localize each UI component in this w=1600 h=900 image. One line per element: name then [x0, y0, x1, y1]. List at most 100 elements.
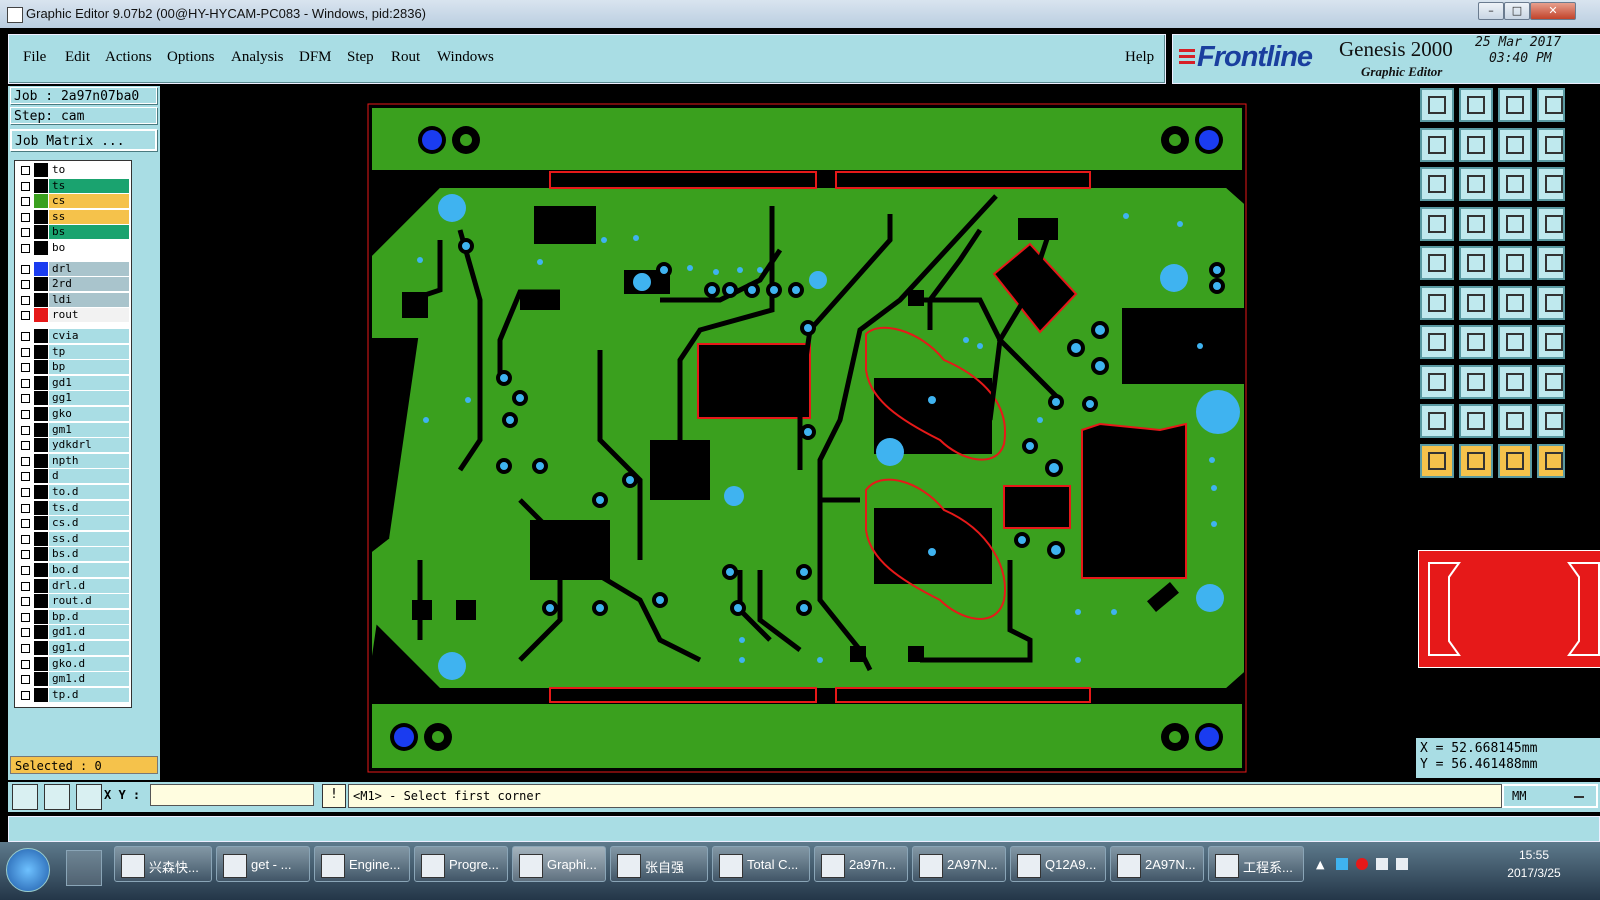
toolbar-tool-icon[interactable]: [1537, 167, 1565, 201]
layer-row-tp[interactable]: tp: [17, 344, 131, 359]
layer-checkbox[interactable]: [21, 581, 30, 591]
layer-checkbox[interactable]: [21, 166, 30, 175]
xy-input[interactable]: [150, 784, 314, 806]
layer-row-bo-d[interactable]: bo.d: [17, 563, 131, 577]
toolbar-tool-icon[interactable]: [1459, 206, 1493, 241]
layer-row-ss[interactable]: ss: [17, 209, 131, 224]
taskbar-item[interactable]: Progre...: [414, 846, 508, 882]
measure-icon[interactable]: [44, 784, 70, 810]
layer-row-cvia[interactable]: cvia: [17, 329, 131, 343]
toolbar-tool-icon[interactable]: [1420, 325, 1454, 359]
toolbar-tool-icon[interactable]: [1459, 127, 1493, 162]
maximize-button[interactable]: □: [1504, 2, 1530, 20]
toolbar-tool-icon[interactable]: [1459, 325, 1493, 359]
toolbar-tool-icon[interactable]: [1459, 167, 1493, 201]
layer-checkbox[interactable]: [21, 363, 30, 373]
menu-rout[interactable]: Rout: [391, 49, 420, 66]
toolbar-tool-icon[interactable]: [1537, 88, 1565, 122]
grid-icon[interactable]: [76, 784, 102, 810]
toolbar-tool-icon[interactable]: [1498, 364, 1532, 399]
window-title-bar[interactable]: Graphic Editor 9.07b2 (00@HY-HYCAM-PC083…: [0, 0, 1600, 28]
taskbar-item[interactable]: 张自强: [610, 846, 708, 882]
volume-icon[interactable]: [1396, 858, 1408, 870]
toolbar-tool-icon[interactable]: [1537, 127, 1565, 162]
toolbar-tool-icon[interactable]: [1459, 443, 1493, 478]
layer-row-bs-d[interactable]: bs.d: [17, 547, 131, 562]
layer-row-bp[interactable]: bp: [17, 360, 131, 375]
layer-row-cs[interactable]: cs: [17, 194, 131, 209]
layer-row-gd1[interactable]: gd1: [17, 375, 131, 390]
layer-row-gko-d[interactable]: gko.d: [17, 656, 131, 671]
menu-actions[interactable]: Actions: [105, 49, 152, 66]
toolbar-tool-icon[interactable]: [1498, 285, 1532, 320]
menu-file[interactable]: File: [23, 49, 46, 66]
layer-checkbox[interactable]: [21, 280, 30, 290]
taskbar-item[interactable]: 2a97n...: [814, 846, 908, 882]
layer-checkbox[interactable]: [21, 181, 30, 191]
toolbar-tool-icon[interactable]: [1537, 443, 1565, 478]
layer-row-2rd[interactable]: 2rd: [17, 277, 131, 292]
menu-edit[interactable]: Edit: [65, 49, 90, 66]
toolbar-tool-icon[interactable]: [1420, 127, 1454, 162]
menu-dfm[interactable]: DFM: [299, 49, 332, 66]
toolbar-tool-icon[interactable]: [1420, 88, 1454, 122]
toolbar-tool-icon[interactable]: [1498, 246, 1532, 280]
toolbar-tool-icon[interactable]: [1420, 443, 1454, 478]
toolbar-tool-icon[interactable]: [1420, 285, 1454, 320]
layer-row-gm1-d[interactable]: gm1.d: [17, 672, 131, 687]
layer-row-gko[interactable]: gko: [17, 407, 131, 421]
close-button[interactable]: ✕: [1530, 2, 1576, 20]
layer-row-npth[interactable]: npth: [17, 453, 131, 468]
layer-checkbox[interactable]: [21, 690, 30, 700]
layer-checkbox[interactable]: [21, 425, 30, 435]
units-selector[interactable]: MM: [1502, 784, 1598, 808]
toolbar-tool-icon[interactable]: [1459, 285, 1493, 320]
layer-row-gg1[interactable]: gg1: [17, 391, 131, 406]
layer-row-ldi[interactable]: ldi: [17, 292, 131, 307]
layer-row-ss-d[interactable]: ss.d: [17, 531, 131, 546]
info-button[interactable]: !: [322, 784, 346, 808]
toolbar-tool-icon[interactable]: [1459, 364, 1493, 399]
toolbar-tool-icon[interactable]: [1498, 443, 1532, 478]
toolbar-tool-icon[interactable]: [1459, 88, 1493, 122]
layer-checkbox[interactable]: [21, 378, 30, 388]
toolbar-tool-icon[interactable]: [1537, 404, 1565, 438]
layer-checkbox[interactable]: [21, 519, 30, 529]
layer-checkbox[interactable]: [21, 612, 30, 622]
menu-analysis[interactable]: Analysis: [231, 49, 284, 66]
layer-row-tp-d[interactable]: tp.d: [17, 687, 131, 702]
layer-row-gm1[interactable]: gm1: [17, 422, 131, 437]
toolbar-tool-icon[interactable]: [1420, 364, 1454, 399]
layer-checkbox[interactable]: [21, 534, 30, 544]
menu-windows[interactable]: Windows: [437, 49, 494, 66]
layer-checkbox[interactable]: [21, 597, 30, 607]
antivirus-icon[interactable]: [1356, 858, 1368, 870]
layer-row-bo[interactable]: bo: [17, 241, 131, 255]
layer-row-cs-d[interactable]: cs.d: [17, 516, 131, 531]
layer-checkbox[interactable]: [21, 472, 30, 482]
layer-row-rout[interactable]: rout: [17, 308, 131, 323]
menu-help[interactable]: Help: [1125, 49, 1154, 66]
taskbar-item[interactable]: Engine...: [314, 846, 410, 882]
layer-row-gd1-d[interactable]: gd1.d: [17, 625, 131, 640]
toolbar-tool-icon[interactable]: [1420, 404, 1454, 438]
calculator-icon[interactable]: [66, 850, 102, 886]
toolbar-tool-icon[interactable]: [1537, 325, 1565, 359]
layer-checkbox[interactable]: [21, 628, 30, 638]
layer-checkbox[interactable]: [21, 410, 30, 419]
menu-step[interactable]: Step: [347, 49, 374, 66]
toolbar-tool-icon[interactable]: [1459, 404, 1493, 438]
taskbar-item[interactable]: Graphi...: [512, 846, 606, 882]
toolbar-tool-icon[interactable]: [1420, 167, 1454, 201]
layer-checkbox[interactable]: [21, 488, 30, 497]
layer-row-bp-d[interactable]: bp.d: [17, 609, 131, 624]
layer-checkbox[interactable]: [21, 311, 30, 321]
layer-row-ts-d[interactable]: ts.d: [17, 500, 131, 515]
toolbar-tool-icon[interactable]: [1420, 206, 1454, 241]
toolbar-tool-icon[interactable]: [1498, 325, 1532, 359]
layer-checkbox[interactable]: [21, 244, 30, 253]
layer-checkbox[interactable]: [21, 456, 30, 466]
layer-checkbox[interactable]: [21, 394, 30, 404]
layer-checkbox[interactable]: [21, 264, 30, 274]
layer-checkbox[interactable]: [21, 659, 30, 669]
